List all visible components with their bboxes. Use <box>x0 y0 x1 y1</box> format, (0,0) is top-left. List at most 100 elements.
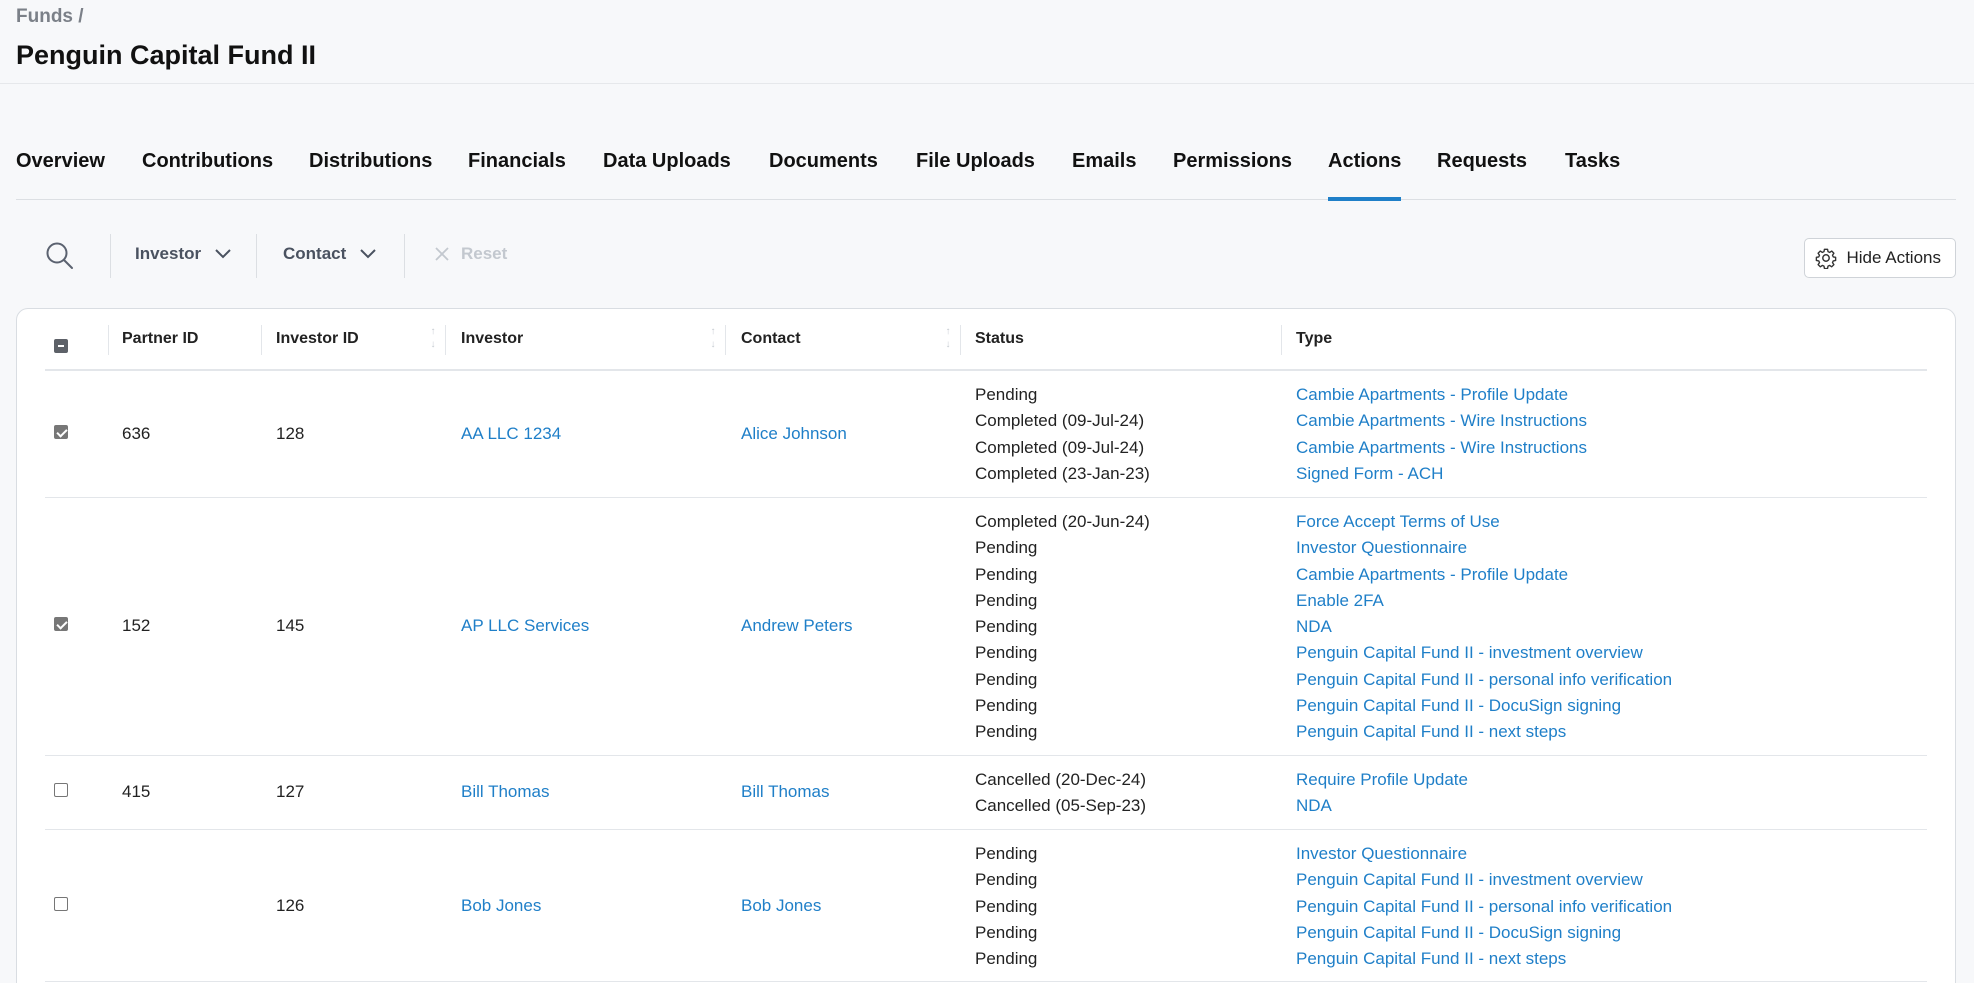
filter-toolbar: Investor Contact Reset Hide Actions <box>16 232 1956 280</box>
tab-contributions[interactable]: Contributions <box>142 150 273 200</box>
header-type: Type <box>1296 330 1333 347</box>
header-investor[interactable]: Investor <box>461 309 523 369</box>
tab-tasks[interactable]: Tasks <box>1565 150 1620 200</box>
reset-button[interactable]: Reset <box>435 244 507 264</box>
action-type-link[interactable]: Penguin Capital Fund II - investment ove… <box>1296 867 1672 893</box>
contact-link[interactable]: Andrew Peters <box>741 616 853 636</box>
investor-link[interactable]: AP LLC Services <box>461 616 589 636</box>
actions-table: Partner ID Investor ID ↑ ↓ Investor ↑ ↓ Co… <box>16 308 1956 983</box>
tab-data-uploads[interactable]: Data Uploads <box>603 150 731 200</box>
tab-distributions[interactable]: Distributions <box>309 150 432 200</box>
action-type-link[interactable]: Require Profile Update <box>1296 767 1468 793</box>
table-row: 415 127 Bill Thomas Bill Thomas Cancelle… <box>45 756 1927 830</box>
action-type-link[interactable]: Penguin Capital Fund II - next steps <box>1296 719 1672 745</box>
contact-link[interactable]: Bill Thomas <box>741 782 830 802</box>
tab-overview[interactable]: Overview <box>16 150 105 200</box>
tab-permissions[interactable]: Permissions <box>1173 150 1292 200</box>
action-type-link[interactable]: Investor Questionnaire <box>1296 841 1672 867</box>
column-divider <box>261 325 262 355</box>
status-text: Cancelled (05-Sep-23) <box>975 796 1147 816</box>
search-icon <box>46 242 73 269</box>
toolbar-divider <box>256 234 257 278</box>
investor-id-cell: 126 <box>276 896 305 915</box>
header-partner-id[interactable]: Partner ID <box>122 309 198 369</box>
status-list: Cancelled (20-Dec-24) Cancelled (05-Sep-… <box>975 767 1146 820</box>
status-text: Pending <box>975 590 1038 610</box>
action-type-link[interactable]: Penguin Capital Fund II - next steps <box>1296 946 1672 972</box>
investor-id-cell: 127 <box>276 782 305 801</box>
status-text: Completed (23-Jan-23) <box>975 463 1150 483</box>
investor-link[interactable]: AA LLC 1234 <box>461 424 561 444</box>
contact-link[interactable]: Bob Jones <box>741 896 821 916</box>
action-type-link[interactable]: Cambie Apartments - Profile Update <box>1296 382 1587 408</box>
column-divider <box>445 325 446 355</box>
table-row: 636 128 AA LLC 1234 Alice Johnson Pendin… <box>45 371 1927 498</box>
breadcrumb[interactable]: Funds / <box>16 6 84 28</box>
tab-emails[interactable]: Emails <box>1072 150 1136 200</box>
partner-id-cell: 636 <box>122 424 151 443</box>
action-type-link[interactable]: Enable 2FA <box>1296 588 1672 614</box>
column-divider <box>1281 325 1282 355</box>
status-text: Pending <box>975 722 1038 742</box>
sort-contact-icon[interactable]: ↑ ↓ <box>943 325 953 355</box>
action-type-link[interactable]: Penguin Capital Fund II - DocuSign signi… <box>1296 693 1672 719</box>
close-icon <box>435 247 449 261</box>
row-checkbox[interactable] <box>54 425 68 439</box>
tab-documents[interactable]: Documents <box>769 150 878 200</box>
page-header: Funds / Penguin Capital Fund II <box>0 0 1974 84</box>
contact-filter-dropdown[interactable]: Contact <box>283 244 376 264</box>
status-text: Completed (09-Jul-24) <box>975 437 1145 457</box>
action-type-link[interactable]: NDA <box>1296 793 1468 819</box>
action-type-link[interactable]: Penguin Capital Fund II - DocuSign signi… <box>1296 920 1672 946</box>
tab-requests[interactable]: Requests <box>1437 150 1527 200</box>
action-type-link[interactable]: Penguin Capital Fund II - investment ove… <box>1296 640 1672 666</box>
action-type-link[interactable]: Force Accept Terms of Use <box>1296 509 1672 535</box>
row-checkbox[interactable] <box>54 897 68 911</box>
sort-investor-icon[interactable]: ↑ ↓ <box>708 325 718 355</box>
select-all-checkbox[interactable] <box>54 339 68 353</box>
investor-link[interactable]: Bob Jones <box>461 896 541 916</box>
investor-filter-dropdown[interactable]: Investor <box>135 244 231 264</box>
status-list: Pending Completed (09-Jul-24) Completed … <box>975 382 1150 487</box>
action-type-link[interactable]: Signed Form - ACH <box>1296 461 1587 487</box>
search-button[interactable] <box>44 240 76 272</box>
table-row: 152 145 AP LLC Services Andrew Peters Co… <box>45 498 1927 756</box>
status-text: Pending <box>975 564 1038 584</box>
contact-link[interactable]: Alice Johnson <box>741 424 847 444</box>
chevron-down-icon <box>360 249 376 259</box>
status-text: Pending <box>975 538 1038 558</box>
page-title: Penguin Capital Fund II <box>16 40 316 70</box>
reset-label: Reset <box>461 244 508 263</box>
type-list: Require Profile Update NDA <box>1296 767 1468 820</box>
header-investor-id[interactable]: Investor ID <box>276 309 359 369</box>
status-text: Pending <box>975 617 1038 637</box>
status-list: Pending Pending Pending Pending Pending <box>975 841 1037 972</box>
status-text: Pending <box>975 669 1038 689</box>
status-text: Pending <box>975 696 1038 716</box>
tab-file-uploads[interactable]: File Uploads <box>916 150 1035 200</box>
status-text: Completed (20-Jun-24) <box>975 512 1150 531</box>
tab-bar: Overview Contributions Distributions Fin… <box>16 150 1956 201</box>
action-type-link[interactable]: Cambie Apartments - Wire Instructions <box>1296 408 1587 434</box>
action-type-link[interactable]: NDA <box>1296 614 1672 640</box>
action-type-link[interactable]: Penguin Capital Fund II - personal info … <box>1296 667 1672 693</box>
partner-id-cell: 415 <box>122 782 151 801</box>
sort-investor-id-icon[interactable]: ↑ ↓ <box>428 325 438 355</box>
status-text: Pending <box>975 870 1038 890</box>
status-text: Pending <box>975 922 1038 942</box>
action-type-link[interactable]: Investor Questionnaire <box>1296 535 1672 561</box>
row-checkbox[interactable] <box>54 617 68 631</box>
tab-financials[interactable]: Financials <box>468 150 566 200</box>
action-type-link[interactable]: Penguin Capital Fund II - personal info … <box>1296 894 1672 920</box>
action-type-link[interactable]: Cambie Apartments - Wire Instructions <box>1296 435 1587 461</box>
column-divider <box>960 325 961 355</box>
status-text: Pending <box>975 844 1038 863</box>
row-checkbox[interactable] <box>54 783 68 797</box>
header-contact[interactable]: Contact <box>741 309 801 369</box>
investor-id-cell: 128 <box>276 424 305 443</box>
hide-actions-button[interactable]: Hide Actions <box>1803 238 1956 278</box>
investor-link[interactable]: Bill Thomas <box>461 782 550 802</box>
status-list: Completed (20-Jun-24) Pending Pending Pe… <box>975 509 1150 746</box>
tab-actions[interactable]: Actions <box>1328 150 1401 201</box>
action-type-link[interactable]: Cambie Apartments - Profile Update <box>1296 562 1672 588</box>
